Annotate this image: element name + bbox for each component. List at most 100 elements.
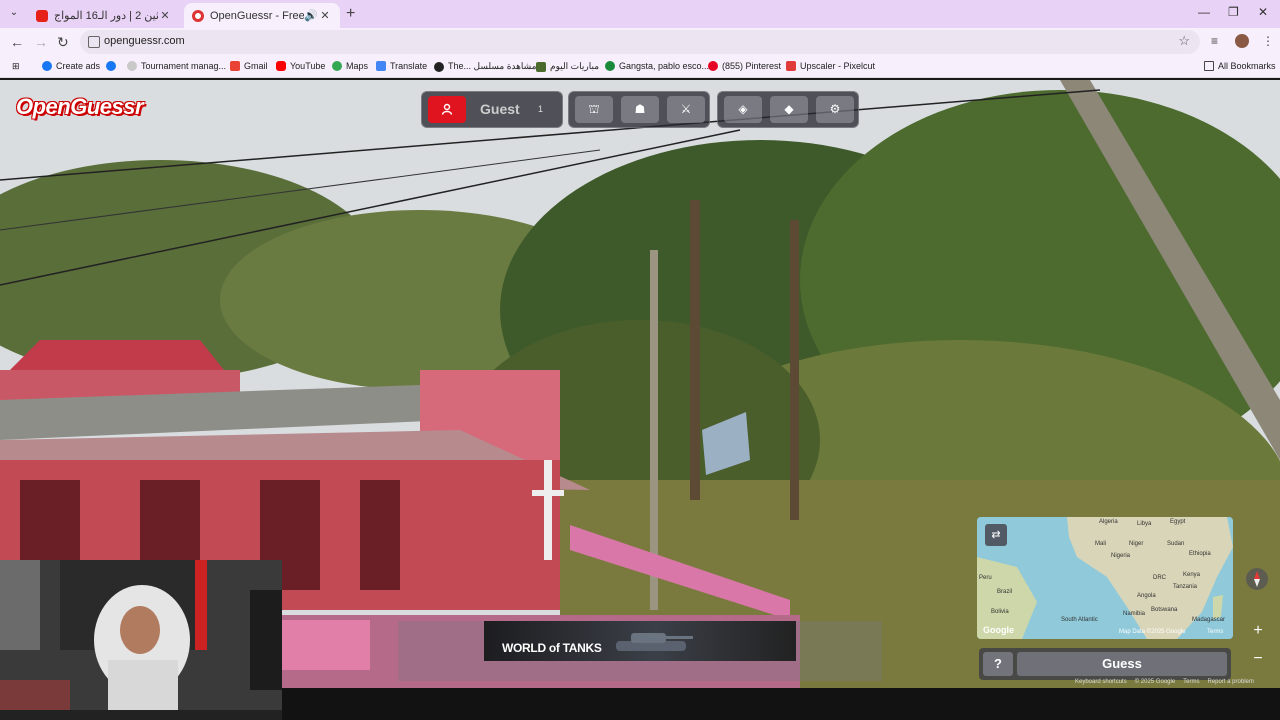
site-info-icon[interactable]: [88, 36, 100, 48]
menu-icon[interactable]: ⋮: [1262, 34, 1274, 48]
bookmark-series[interactable]: The... مشاهدة مسلسل: [434, 61, 536, 72]
restore-icon[interactable]: ❐: [1228, 5, 1239, 19]
map-label: Mali: [1095, 541, 1107, 547]
bookmark-matches[interactable]: مباريات اليوم: [536, 61, 599, 72]
google-logo: Google: [983, 625, 1014, 635]
map-label: Tanzania: [1173, 584, 1198, 590]
bookmark-pinterest[interactable]: (855) Pinterest: [708, 61, 781, 71]
close-window-icon[interactable]: ✕: [1258, 5, 1268, 19]
gear-icon[interactable]: ⚙: [816, 96, 854, 123]
party-icon[interactable]: ☗: [621, 96, 659, 123]
maps-icon: [332, 61, 342, 71]
facebook-icon: [106, 61, 116, 71]
compass-icon[interactable]: [1246, 568, 1268, 590]
bookmark-youtube[interactable]: YouTube: [276, 61, 325, 71]
address-bar-row: ← → ↻ openguessr.com ☆ ≡ ⋮: [0, 28, 1280, 56]
tab-title: OpenGuessr - Free GeoGue...: [210, 9, 304, 22]
map-label: Libya: [1137, 521, 1152, 527]
map-label: Namibia: [1123, 611, 1146, 617]
tab-youtube[interactable]: تحدي الثلاثين 2 | دور الـ16 المواج... ✕: [28, 3, 180, 28]
gmail-icon: [230, 61, 240, 71]
bookmark-label: Gmail: [244, 61, 268, 71]
education-icon[interactable]: ◆: [770, 96, 808, 123]
matches-icon: [536, 61, 546, 72]
map-label: Botswana: [1151, 607, 1178, 613]
map-attribution: Map Data ©2025 Google: [1119, 629, 1186, 635]
map-label: Ethiopia: [1189, 551, 1211, 557]
avatar[interactable]: [1235, 34, 1249, 48]
url-field[interactable]: openguessr.com ☆: [80, 30, 1200, 54]
forward-icon[interactable]: →: [34, 34, 48, 50]
leaderboard-icon[interactable]: ⛫: [575, 96, 613, 123]
bookmark-label: YouTube: [290, 61, 326, 71]
swords-icon[interactable]: ⚔: [667, 96, 705, 123]
bookmark-facebook[interactable]: [106, 61, 120, 71]
bookmarks-bar: ⊞ Create ads Tournament manag... Gmail Y…: [0, 56, 1280, 78]
tab-search-icon[interactable]: ⌄: [6, 5, 22, 21]
player-count: 1: [538, 104, 544, 114]
youtube-favicon-icon: [36, 9, 48, 22]
world-of-tanks-ad[interactable]: WORLD of TANKS: [484, 621, 796, 661]
zoom-out-button[interactable]: −: [1248, 649, 1268, 671]
apps-icon[interactable]: ⊞: [12, 61, 20, 72]
map-label: Peru: [979, 575, 992, 581]
user-icon[interactable]: [428, 96, 466, 123]
bookmark-label: The... مشاهدة مسلسل: [448, 61, 537, 71]
folder-icon: [1204, 61, 1214, 71]
guess-button[interactable]: Guess: [1017, 652, 1227, 676]
bookmark-label: مباريات اليوم: [550, 61, 600, 71]
pixelcut-icon: [786, 61, 796, 71]
browser-tab-bar: ⌄ تحدي الثلاثين 2 | دور الـ16 المواج... …: [0, 0, 1280, 28]
back-icon[interactable]: ←: [10, 34, 24, 50]
bookmark-tournament[interactable]: Tournament manag...: [127, 61, 226, 71]
bookmark-star-icon[interactable]: ☆: [1178, 33, 1190, 49]
close-tab-icon[interactable]: ✕: [158, 9, 172, 22]
reload-icon[interactable]: ↻: [57, 34, 69, 51]
bookmark-label: Upscaler - Pixelcut: [800, 61, 876, 71]
map-label: Brazil: [997, 589, 1013, 595]
help-button[interactable]: ?: [983, 652, 1013, 676]
map-label: Niger: [1129, 541, 1144, 547]
bookmark-gangsta[interactable]: Gangsta, pablo esco...: [605, 61, 709, 71]
guess-map[interactable]: Algeria Libya Egypt Mali Niger Sudan Nig…: [977, 517, 1233, 639]
tab-openguessr[interactable]: OpenGuessr - Free GeoGue... 🔊 ✕: [184, 3, 340, 28]
facebook-icon: [42, 61, 52, 71]
bookmark-label: (855) Pinterest: [722, 61, 782, 71]
map-settings-icon[interactable]: ⇄: [985, 524, 1007, 546]
gangsta-icon: [605, 61, 615, 71]
openguessr-logo[interactable]: OpenGuessr: [16, 94, 144, 120]
media-control-icon[interactable]: ≡: [1211, 34, 1218, 48]
webcam-image: [0, 560, 282, 720]
bookmark-gmail[interactable]: Gmail: [230, 61, 268, 71]
bookmark-label: Tournament manag...: [141, 61, 227, 71]
bookmark-maps[interactable]: Maps: [332, 61, 368, 71]
map-label: Angola: [1137, 593, 1156, 599]
new-tab-button[interactable]: +: [346, 5, 355, 23]
map-label: Madagascar: [1192, 617, 1226, 623]
layers-icon[interactable]: ◈: [724, 96, 762, 123]
bookmark-create-ads[interactable]: Create ads: [42, 61, 100, 71]
tournament-icon: [127, 61, 137, 71]
map-label: Algeria: [1099, 519, 1118, 525]
youtube-icon: [276, 61, 286, 71]
guess-controls: ? Guess: [979, 648, 1231, 680]
minimize-icon[interactable]: —: [1198, 5, 1210, 19]
zoom-in-button[interactable]: +: [1248, 621, 1268, 643]
bookmark-label: Gangsta, pablo esco...: [619, 61, 710, 71]
translate-icon: [376, 61, 386, 71]
tank-icon: [616, 633, 693, 651]
webcam-overlay: [0, 560, 282, 720]
map-label: DRC: [1153, 575, 1166, 581]
bookmark-label: All Bookmarks: [1218, 61, 1276, 71]
map-label: Egypt: [1170, 519, 1186, 525]
player-panel: Guest 1: [421, 91, 563, 128]
map-label: South Atlantic: [1061, 617, 1098, 623]
map-terms-link[interactable]: Terms: [1207, 629, 1223, 635]
bookmark-label: Translate: [390, 61, 428, 71]
bookmark-translate[interactable]: Translate: [376, 61, 427, 71]
all-bookmarks[interactable]: All Bookmarks: [1204, 61, 1276, 71]
bookmark-pixelcut[interactable]: Upscaler - Pixelcut: [786, 61, 875, 71]
bookmark-label: Maps: [346, 61, 369, 71]
close-tab-icon[interactable]: ✕: [318, 9, 332, 22]
tab-title: تحدي الثلاثين 2 | دور الـ16 المواج...: [54, 10, 158, 22]
